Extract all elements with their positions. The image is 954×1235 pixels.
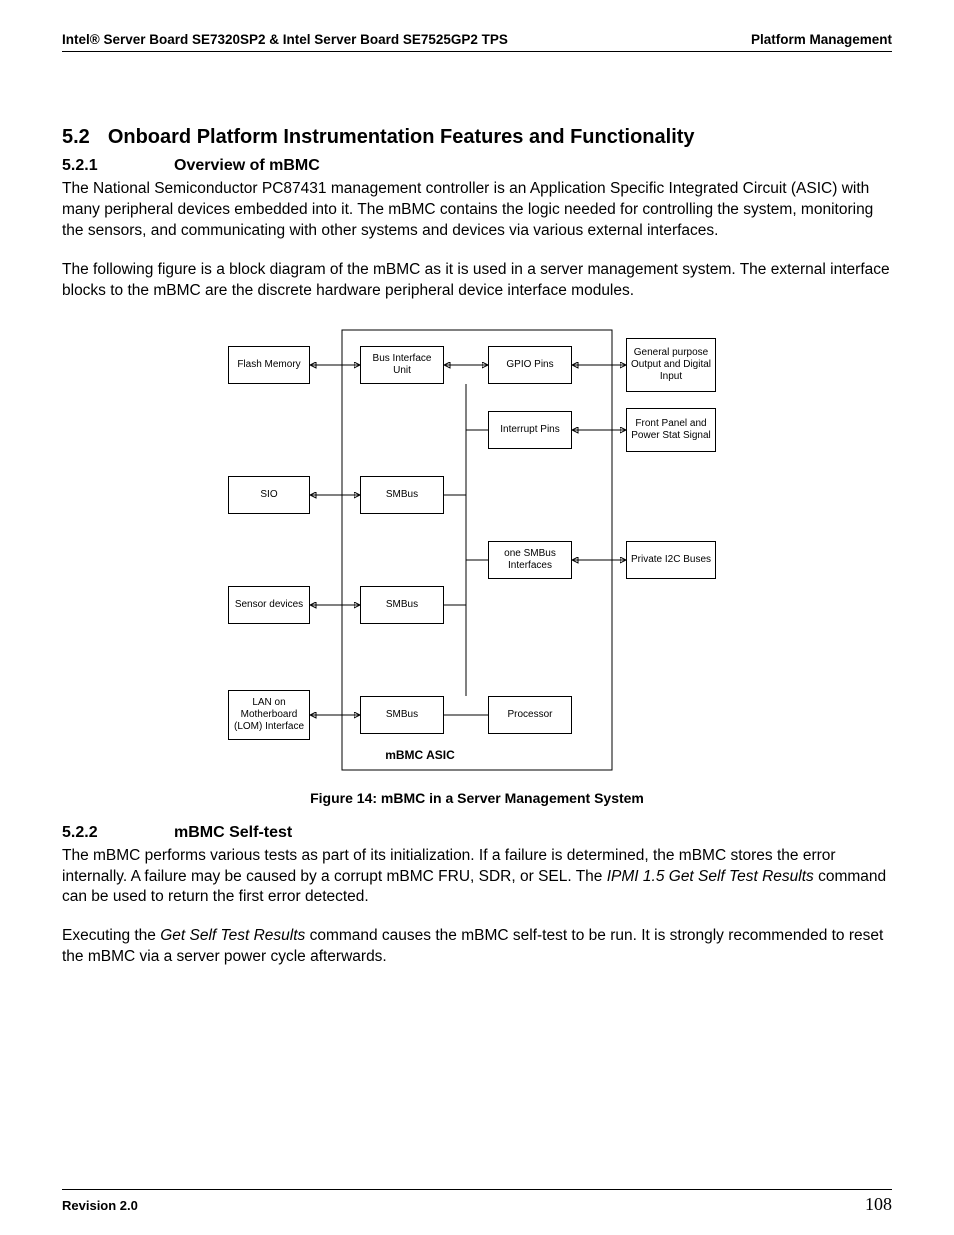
subsection-5-2-2-heading: 5.2.2 mBMC Self-test (62, 824, 892, 842)
page-number: 108 (865, 1194, 892, 1215)
block-gpio-pins: GPIO Pins (488, 346, 572, 384)
subsection-5-2-1-heading: 5.2.1 Overview of mBMC (62, 157, 892, 175)
paragraph: The National Semiconductor PC87431 manag… (62, 179, 892, 242)
header-right: Platform Management (751, 32, 892, 47)
paragraph: Executing the Get Self Test Results comm… (62, 926, 892, 968)
block-smbus-3: SMBus (360, 696, 444, 734)
figure-caption: Figure 14: mBMC in a Server Management S… (62, 790, 892, 806)
page-header: Intel® Server Board SE7320SP2 & Intel Se… (62, 32, 892, 52)
section-5-2-heading: 5.2 Onboard Platform Instrumentation Feat… (62, 126, 892, 149)
section-title-text: Onboard Platform Instrumentation Feature… (108, 126, 695, 148)
block-front-panel: Front Panel and Power Stat Signal (626, 408, 716, 452)
block-smbus-1: SMBus (360, 476, 444, 514)
document-page: Intel® Server Board SE7320SP2 & Intel Se… (0, 0, 954, 1235)
paragraph: The following figure is a block diagram … (62, 260, 892, 302)
block-bus-interface-unit: Bus Interface Unit (360, 346, 444, 384)
block-diagram: Flash Memory Bus Interface Unit GPIO Pin… (212, 320, 742, 780)
subsection-number: 5.2.2 (62, 824, 174, 842)
section-number: 5.2 (62, 126, 90, 148)
subsection-title-text: Overview of mBMC (174, 157, 320, 175)
paragraph: The mBMC performs various tests as part … (62, 846, 892, 909)
subsection-number: 5.2.1 (62, 157, 174, 175)
italic-text: IPMI 1.5 Get Self Test Results (607, 868, 814, 885)
block-gpo-digital-input: General purpose Output and Digital Input (626, 338, 716, 392)
block-one-smbus: one SMBus Interfaces (488, 541, 572, 579)
block-smbus-2: SMBus (360, 586, 444, 624)
block-flash-memory: Flash Memory (228, 346, 310, 384)
revision-label: Revision 2.0 (62, 1198, 138, 1213)
block-sio: SIO (228, 476, 310, 514)
text-run: Executing the (62, 927, 160, 944)
block-lom-interface: LAN on Motherboard (LOM) Interface (228, 690, 310, 740)
page-footer: Revision 2.0 108 (62, 1189, 892, 1215)
block-interrupt-pins: Interrupt Pins (488, 411, 572, 449)
block-processor: Processor (488, 696, 572, 734)
italic-text: Get Self Test Results (160, 927, 305, 944)
label-mbmc-asic: mBMC ASIC (360, 748, 480, 762)
figure-container: Flash Memory Bus Interface Unit GPIO Pin… (62, 320, 892, 780)
header-left: Intel® Server Board SE7320SP2 & Intel Se… (62, 32, 508, 47)
block-sensor-devices: Sensor devices (228, 586, 310, 624)
block-private-i2c: Private I2C Buses (626, 541, 716, 579)
subsection-title-text: mBMC Self-test (174, 824, 292, 842)
